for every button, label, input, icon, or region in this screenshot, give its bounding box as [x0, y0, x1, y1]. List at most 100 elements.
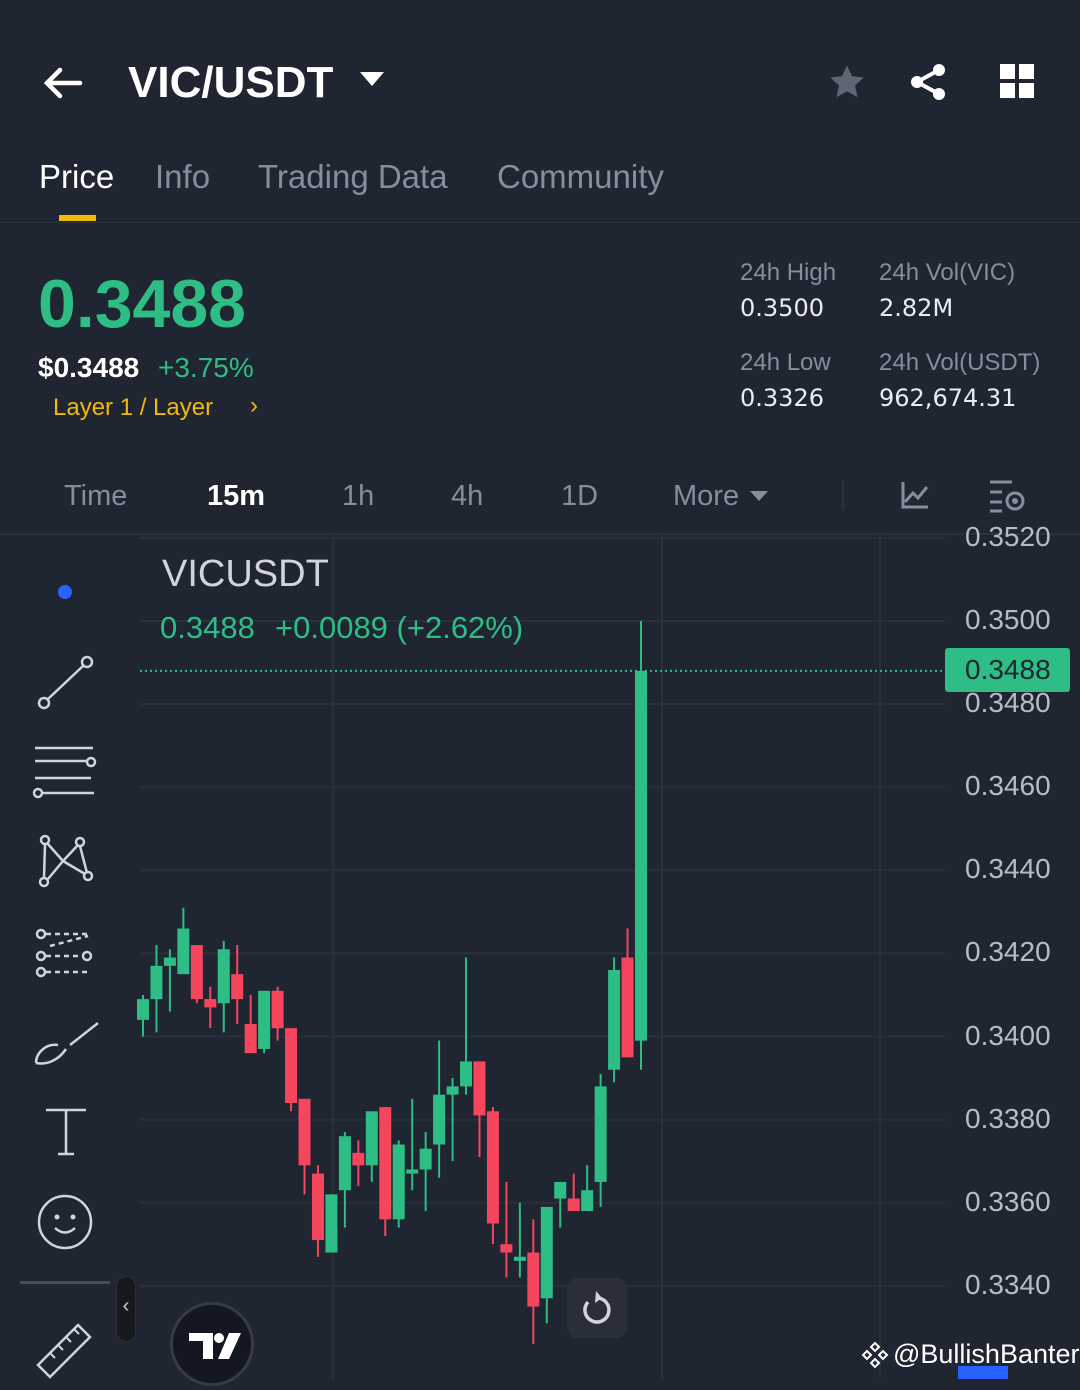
candle-body [137, 999, 149, 1020]
candle-body [608, 970, 620, 1070]
current-price-tag: 0.3488 [945, 648, 1070, 692]
vol-base-label: 24h Vol(VIC) [879, 259, 1015, 287]
current-price-label: 0.3488 [945, 648, 1070, 686]
y-tick-label: 0.3520 [965, 521, 1051, 553]
candle-body [258, 991, 270, 1049]
pair-title[interactable]: VIC/USDT [128, 58, 333, 108]
favorite-star-icon[interactable] [827, 62, 867, 107]
chart-settings-icon[interactable] [988, 478, 1028, 519]
fib-tool-icon[interactable] [30, 920, 100, 990]
indicator-icon[interactable] [900, 480, 930, 515]
scroll-button[interactable] [958, 1366, 1008, 1379]
cursor-dot-icon[interactable] [58, 585, 72, 599]
candle-body [433, 1095, 445, 1145]
vol-base-value: 2.82M [879, 294, 953, 322]
candle-body [595, 1086, 607, 1182]
candle-body [487, 1111, 499, 1223]
candle-body [245, 1024, 257, 1053]
low-value: 0.3326 [740, 384, 824, 412]
timeframe-1h[interactable]: 1h [342, 480, 374, 513]
candle-body [150, 966, 162, 999]
change-percent: +3.75% [158, 352, 254, 384]
chart-symbol: VICUSDT [162, 553, 329, 596]
toolbar-divider [20, 1281, 110, 1284]
timeframe-15m[interactable]: 15m [207, 480, 265, 513]
candle-body [500, 1244, 512, 1252]
candle-body [272, 991, 284, 1028]
candle-body [218, 949, 230, 1003]
refresh-icon [567, 1278, 627, 1338]
tab-price[interactable]: Price [39, 158, 114, 196]
candle-body [379, 1107, 391, 1219]
candle-body [568, 1199, 580, 1211]
y-tick-label: 0.3500 [965, 604, 1051, 636]
ruler-icon[interactable] [30, 1310, 100, 1380]
candle-body [581, 1190, 593, 1211]
emoji-icon[interactable] [30, 1187, 100, 1257]
candle-body [635, 671, 647, 1041]
timeframe-4h[interactable]: 4h [451, 480, 483, 513]
tab-community[interactable]: Community [497, 158, 664, 196]
candle-body [204, 999, 216, 1007]
candle-body [393, 1145, 405, 1220]
timeframe-1d[interactable]: 1D [561, 480, 598, 513]
horizontal-lines-icon[interactable] [30, 740, 100, 810]
chevron-right-icon[interactable]: › [250, 392, 258, 420]
share-icon[interactable] [908, 62, 948, 107]
reset-chart-button[interactable] [567, 1278, 627, 1338]
usd-price: $0.3488 [38, 352, 139, 384]
chart-legend-price: 0.3488 [160, 610, 255, 646]
last-price: 0.3488 [38, 265, 246, 343]
candle-body [352, 1153, 364, 1165]
grid-menu-icon[interactable] [1000, 64, 1034, 103]
divider [0, 222, 1080, 223]
active-tab-indicator [59, 215, 96, 221]
collapse-toolbar-button[interactable]: ‹ [116, 1276, 136, 1342]
candle-body [339, 1136, 351, 1190]
candle-body [541, 1207, 553, 1298]
pattern-tool-icon[interactable] [30, 830, 100, 900]
low-label: 24h Low [740, 349, 831, 377]
y-tick-label: 0.3460 [965, 770, 1051, 802]
chart-legend-change: +0.0089 (+2.62%) [275, 610, 523, 646]
candle-body [473, 1061, 485, 1115]
back-arrow-icon[interactable] [40, 60, 86, 106]
candle-body [527, 1253, 539, 1307]
y-tick-label: 0.3400 [965, 1020, 1051, 1052]
vol-quote-label: 24h Vol(USDT) [879, 349, 1040, 377]
candle-body [312, 1174, 324, 1240]
candle-body [191, 945, 203, 999]
candle-body [164, 958, 176, 966]
y-tick-label: 0.3420 [965, 936, 1051, 968]
candle-body [514, 1257, 526, 1261]
timeframe-more[interactable]: More [673, 480, 739, 513]
candle-body [325, 1194, 337, 1252]
high-label: 24h High [740, 259, 836, 287]
high-value: 0.3500 [740, 294, 824, 322]
y-tick-label: 0.3380 [965, 1103, 1051, 1135]
brush-icon[interactable] [30, 1015, 100, 1085]
y-tick-label: 0.3360 [965, 1186, 1051, 1218]
candle-body [177, 928, 189, 974]
timeframe-time[interactable]: Time [64, 480, 127, 513]
candle-body [285, 1028, 297, 1103]
y-tick-label: 0.3440 [965, 853, 1051, 885]
candle-body [231, 974, 243, 999]
y-tick-label: 0.3340 [965, 1269, 1051, 1301]
tab-trading-data[interactable]: Trading Data [258, 158, 448, 196]
pair-dropdown-icon[interactable] [360, 72, 384, 93]
text-tool-icon[interactable] [30, 1100, 100, 1170]
category-link[interactable]: Layer 1 / Layer [53, 394, 213, 422]
candle-body [420, 1149, 432, 1170]
candle-body [554, 1182, 566, 1199]
candle-body [299, 1099, 311, 1165]
candle-body [366, 1111, 378, 1165]
tradingview-logo[interactable] [170, 1302, 254, 1386]
more-dropdown-icon[interactable] [750, 490, 768, 508]
trend-line-icon[interactable] [30, 650, 100, 720]
tab-info[interactable]: Info [155, 158, 210, 196]
candlestick-chart[interactable] [0, 535, 1080, 1379]
candle-body [622, 958, 634, 1058]
divider [842, 480, 844, 510]
candle-body [460, 1061, 472, 1086]
